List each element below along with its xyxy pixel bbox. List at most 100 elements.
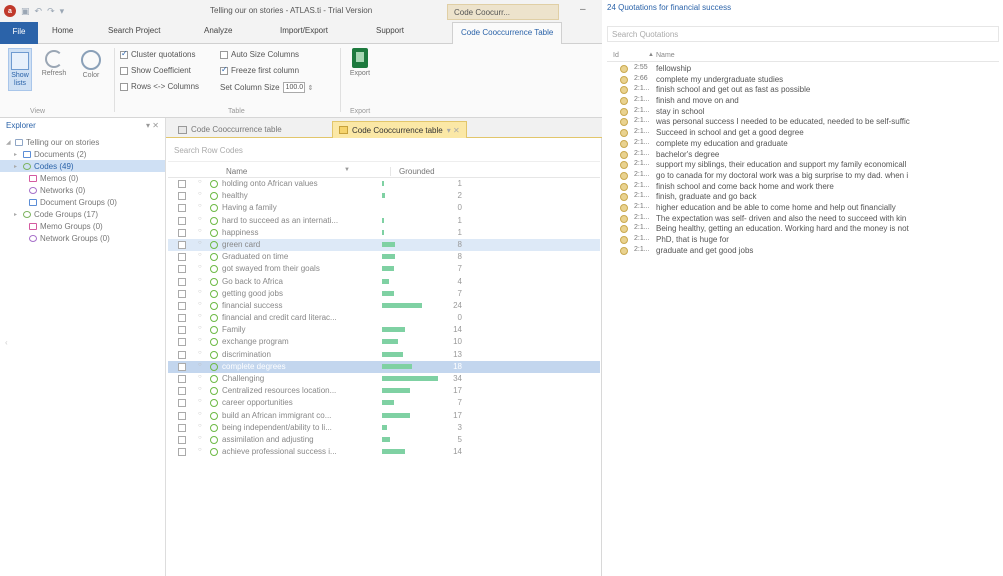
table-row[interactable]: ○ Go back to Africa 4 — [168, 276, 600, 288]
row-checkbox[interactable] — [178, 435, 186, 444]
explorer-item[interactable]: ▸ Codes (49) — [0, 160, 165, 172]
checkbox-checked-icon[interactable] — [220, 65, 228, 75]
list-item[interactable]: 2:1... finish and move on and — [607, 96, 999, 107]
column-header-grounded[interactable]: Grounded — [390, 167, 435, 176]
table-row[interactable]: ○ achieve professional success i... 14 — [168, 446, 600, 458]
table-row[interactable]: ○ holding onto African values 1 — [168, 178, 600, 190]
refresh-button[interactable]: Refresh — [40, 50, 68, 78]
show-coefficient-option[interactable]: Show Coefficient — [120, 66, 191, 75]
table-row[interactable]: ○ exchange program 10 — [168, 336, 600, 348]
redo-icon[interactable]: ↷ — [47, 6, 55, 17]
tab-import-export[interactable]: Import/Export — [280, 26, 328, 35]
row-checkbox[interactable] — [178, 326, 186, 335]
row-checkbox[interactable] — [178, 350, 186, 359]
list-item[interactable]: 2:1... graduate and get good jobs — [607, 246, 999, 257]
list-item[interactable]: 2:1... higher education and be able to co… — [607, 203, 999, 214]
tab-search-project[interactable]: Search Project — [108, 26, 160, 35]
row-checkbox[interactable] — [178, 240, 186, 249]
list-item[interactable]: 2:1... Succeed in school and get a good d… — [607, 128, 999, 139]
close-tab-icon[interactable]: ▾ ✕ — [447, 126, 460, 135]
row-checkbox[interactable] — [178, 289, 186, 298]
explorer-item[interactable]: Networks (0) — [0, 184, 165, 196]
row-checkbox[interactable] — [178, 180, 186, 188]
explorer-item[interactable]: ▸ Code Groups (17) — [0, 208, 165, 220]
table-row[interactable]: ○ financial and credit card literac... 0 — [168, 312, 600, 324]
table-row[interactable]: ○ got swayed from their goals 7 — [168, 263, 600, 275]
table-row[interactable]: ○ being independent/ability to li... 3 — [168, 422, 600, 434]
tab-analyze[interactable]: Analyze — [204, 26, 232, 35]
table-row[interactable]: ○ getting good jobs 7 — [168, 288, 600, 300]
sort-arrow-icon[interactable]: ▲ — [648, 52, 654, 58]
row-checkbox[interactable] — [178, 253, 186, 262]
row-checkbox[interactable] — [178, 362, 186, 371]
search-quotations-input[interactable] — [608, 27, 998, 41]
checkbox-icon[interactable] — [220, 50, 228, 59]
expand-icon[interactable]: ▸ — [14, 163, 20, 170]
expand-icon[interactable]: ◢ — [6, 139, 12, 146]
list-item[interactable]: 2:1... support my siblings, their educati… — [607, 160, 999, 171]
explorer-item[interactable]: Memo Groups (0) — [0, 220, 165, 232]
table-row[interactable]: ○ Graduated on time 8 — [168, 251, 600, 263]
table-row[interactable]: ○ Centralized resources location... 17 — [168, 385, 600, 397]
row-checkbox[interactable] — [178, 192, 186, 201]
stepper-icon[interactable]: ⇕ — [308, 84, 314, 92]
color-button[interactable]: Color — [76, 50, 106, 80]
explorer-item[interactable]: Memos (0) — [0, 172, 165, 184]
table-row[interactable]: ○ complete degrees 18 — [168, 360, 600, 373]
list-item[interactable]: 2:55 fellowship — [607, 64, 999, 75]
cluster-quotations-option[interactable]: Cluster quotations — [120, 49, 195, 59]
customize-icon[interactable]: ▾ — [60, 6, 65, 17]
list-item[interactable]: 2:1... The expectation was self- driven a… — [607, 214, 999, 225]
sort-arrow-icon[interactable]: ▼ — [344, 167, 350, 173]
row-checkbox[interactable] — [178, 399, 186, 408]
explorer-item[interactable]: ▸ Documents (2) — [0, 148, 165, 160]
table-row[interactable]: ○ Having a family 0 — [168, 202, 600, 214]
row-checkbox[interactable] — [178, 301, 186, 310]
column-header-name[interactable]: Name — [226, 167, 247, 176]
table-row[interactable]: ○ healthy 2 — [168, 190, 600, 202]
explorer-controls[interactable]: ▾ ✕ — [146, 121, 159, 130]
panel-collapse-handle[interactable]: ‹ — [5, 338, 8, 347]
table-row[interactable]: ○ career opportunities 7 — [168, 397, 600, 409]
list-item[interactable]: 2:1... was personal success I needed to b… — [607, 117, 999, 128]
rows-columns-option[interactable]: Rows <-> Columns — [120, 82, 199, 91]
table-row[interactable]: ○ green card 8 — [168, 238, 600, 252]
list-item[interactable]: 2:1... bachelor's degree — [607, 150, 999, 161]
column-size-input[interactable]: 100.0 — [282, 82, 305, 93]
row-checkbox[interactable] — [178, 387, 186, 396]
table-row[interactable]: ○ discrimination 13 — [168, 349, 600, 361]
list-item[interactable]: 2:1... finish, graduate and go back — [607, 192, 999, 203]
tab-support[interactable]: Support — [376, 26, 404, 35]
auto-size-columns-option[interactable]: Auto Size Columns — [220, 50, 299, 59]
checkbox-icon[interactable] — [120, 66, 128, 75]
table-row[interactable]: ○ happiness 1 — [168, 227, 600, 239]
column-header-name[interactable]: Name — [656, 52, 675, 59]
checkbox-checked-icon[interactable] — [120, 49, 128, 59]
search-row-codes-input[interactable] — [168, 140, 428, 160]
list-item[interactable]: 2:1... PhD, that is huge for — [607, 235, 999, 246]
row-checkbox[interactable] — [178, 277, 186, 286]
table-row[interactable]: ○ financial success 24 — [168, 300, 600, 312]
table-row[interactable]: ○ hard to succeed as an internati... 1 — [168, 215, 600, 227]
freeze-first-column-option[interactable]: Freeze first column — [220, 65, 299, 75]
row-checkbox[interactable] — [178, 228, 186, 237]
expand-icon[interactable]: ▸ — [14, 211, 20, 218]
row-checkbox[interactable] — [178, 265, 186, 274]
table-row[interactable]: ○ build an African immigrant co... 17 — [168, 410, 600, 422]
row-checkbox[interactable] — [178, 423, 186, 432]
row-checkbox[interactable] — [178, 448, 186, 457]
list-item[interactable]: 2:1... stay in school — [607, 107, 999, 118]
list-item[interactable]: 2:1... go to canada for my doctoral work … — [607, 171, 999, 182]
tab-cooccurrence-table-1[interactable]: Code Cooccurrence table — [172, 121, 288, 138]
list-item[interactable]: 2:66 complete my undergraduate studies — [607, 75, 999, 86]
explorer-item[interactable]: Document Groups (0) — [0, 196, 165, 208]
table-row[interactable]: ○ Challenging 34 — [168, 373, 600, 385]
show-lists-button[interactable]: Show lists — [8, 48, 32, 91]
expand-icon[interactable]: ▸ — [14, 151, 20, 158]
tab-cooccurrence-table-2[interactable]: Code Cooccurrence table ▾ ✕ — [332, 121, 467, 138]
list-item[interactable]: 2:1... complete my education and graduate — [607, 139, 999, 150]
minimize-button[interactable]: – — [580, 4, 586, 15]
tab-code-cooccurrence-table[interactable]: Code Cooccurrence Table — [452, 22, 563, 45]
row-checkbox[interactable] — [178, 216, 186, 225]
row-checkbox[interactable] — [178, 411, 186, 420]
